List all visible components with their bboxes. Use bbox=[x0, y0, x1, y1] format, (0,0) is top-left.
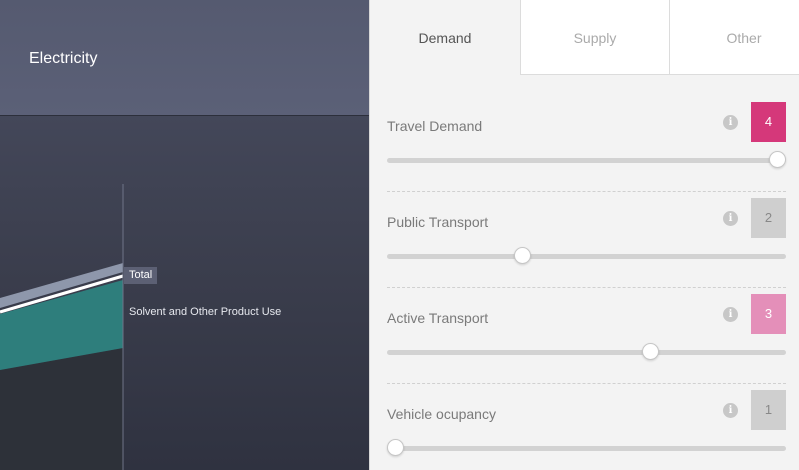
slider-track[interactable] bbox=[387, 158, 786, 163]
tab-supply[interactable]: Supply bbox=[520, 0, 669, 75]
value-badge: 3 bbox=[751, 294, 786, 334]
slider-track[interactable] bbox=[387, 254, 786, 259]
control-public-transport: Public Transport i 2 bbox=[387, 192, 786, 288]
slider-thumb[interactable] bbox=[514, 247, 531, 264]
tab-other[interactable]: Other bbox=[669, 0, 799, 75]
value-badge: 2 bbox=[751, 198, 786, 238]
info-icon[interactable]: i bbox=[723, 115, 738, 130]
chart-header: Electricity bbox=[0, 0, 369, 116]
control-label: Active Transport bbox=[387, 310, 489, 326]
info-icon[interactable]: i bbox=[723, 307, 738, 322]
slider-thumb[interactable] bbox=[769, 151, 786, 168]
tab-demand[interactable]: Demand bbox=[370, 0, 520, 75]
slider-thumb[interactable] bbox=[642, 343, 659, 360]
control-label: Vehicle ocupancy bbox=[387, 406, 496, 422]
tab-bar: Demand Supply Other bbox=[370, 0, 799, 75]
control-vehicle-ocupancy: Vehicle ocupancy i 1 bbox=[387, 384, 786, 470]
slider-track[interactable] bbox=[387, 350, 786, 355]
control-active-transport: Active Transport i 3 bbox=[387, 288, 786, 384]
slider-thumb[interactable] bbox=[387, 439, 404, 456]
info-icon[interactable]: i bbox=[723, 403, 738, 418]
control-label: Public Transport bbox=[387, 214, 489, 230]
chart-title: Electricity bbox=[29, 50, 98, 67]
chart-svg bbox=[0, 184, 124, 470]
solvent-series-label: Solvent and Other Product Use bbox=[129, 306, 282, 318]
control-label: Travel Demand bbox=[387, 118, 483, 134]
slider-track[interactable] bbox=[387, 446, 786, 451]
chart-panel: Electricity Total Solvent and Other Prod… bbox=[0, 0, 369, 470]
value-badge: 4 bbox=[751, 102, 786, 142]
control-travel-demand: Travel Demand i 4 bbox=[387, 96, 786, 192]
controls-panel: Demand Supply Other Travel Demand i 4 Pu… bbox=[369, 0, 799, 470]
info-icon[interactable]: i bbox=[723, 211, 738, 226]
emissions-chart: Total Solvent and Other Product Use bbox=[0, 116, 369, 470]
value-badge: 1 bbox=[751, 390, 786, 430]
total-series-label: Total bbox=[124, 267, 158, 284]
